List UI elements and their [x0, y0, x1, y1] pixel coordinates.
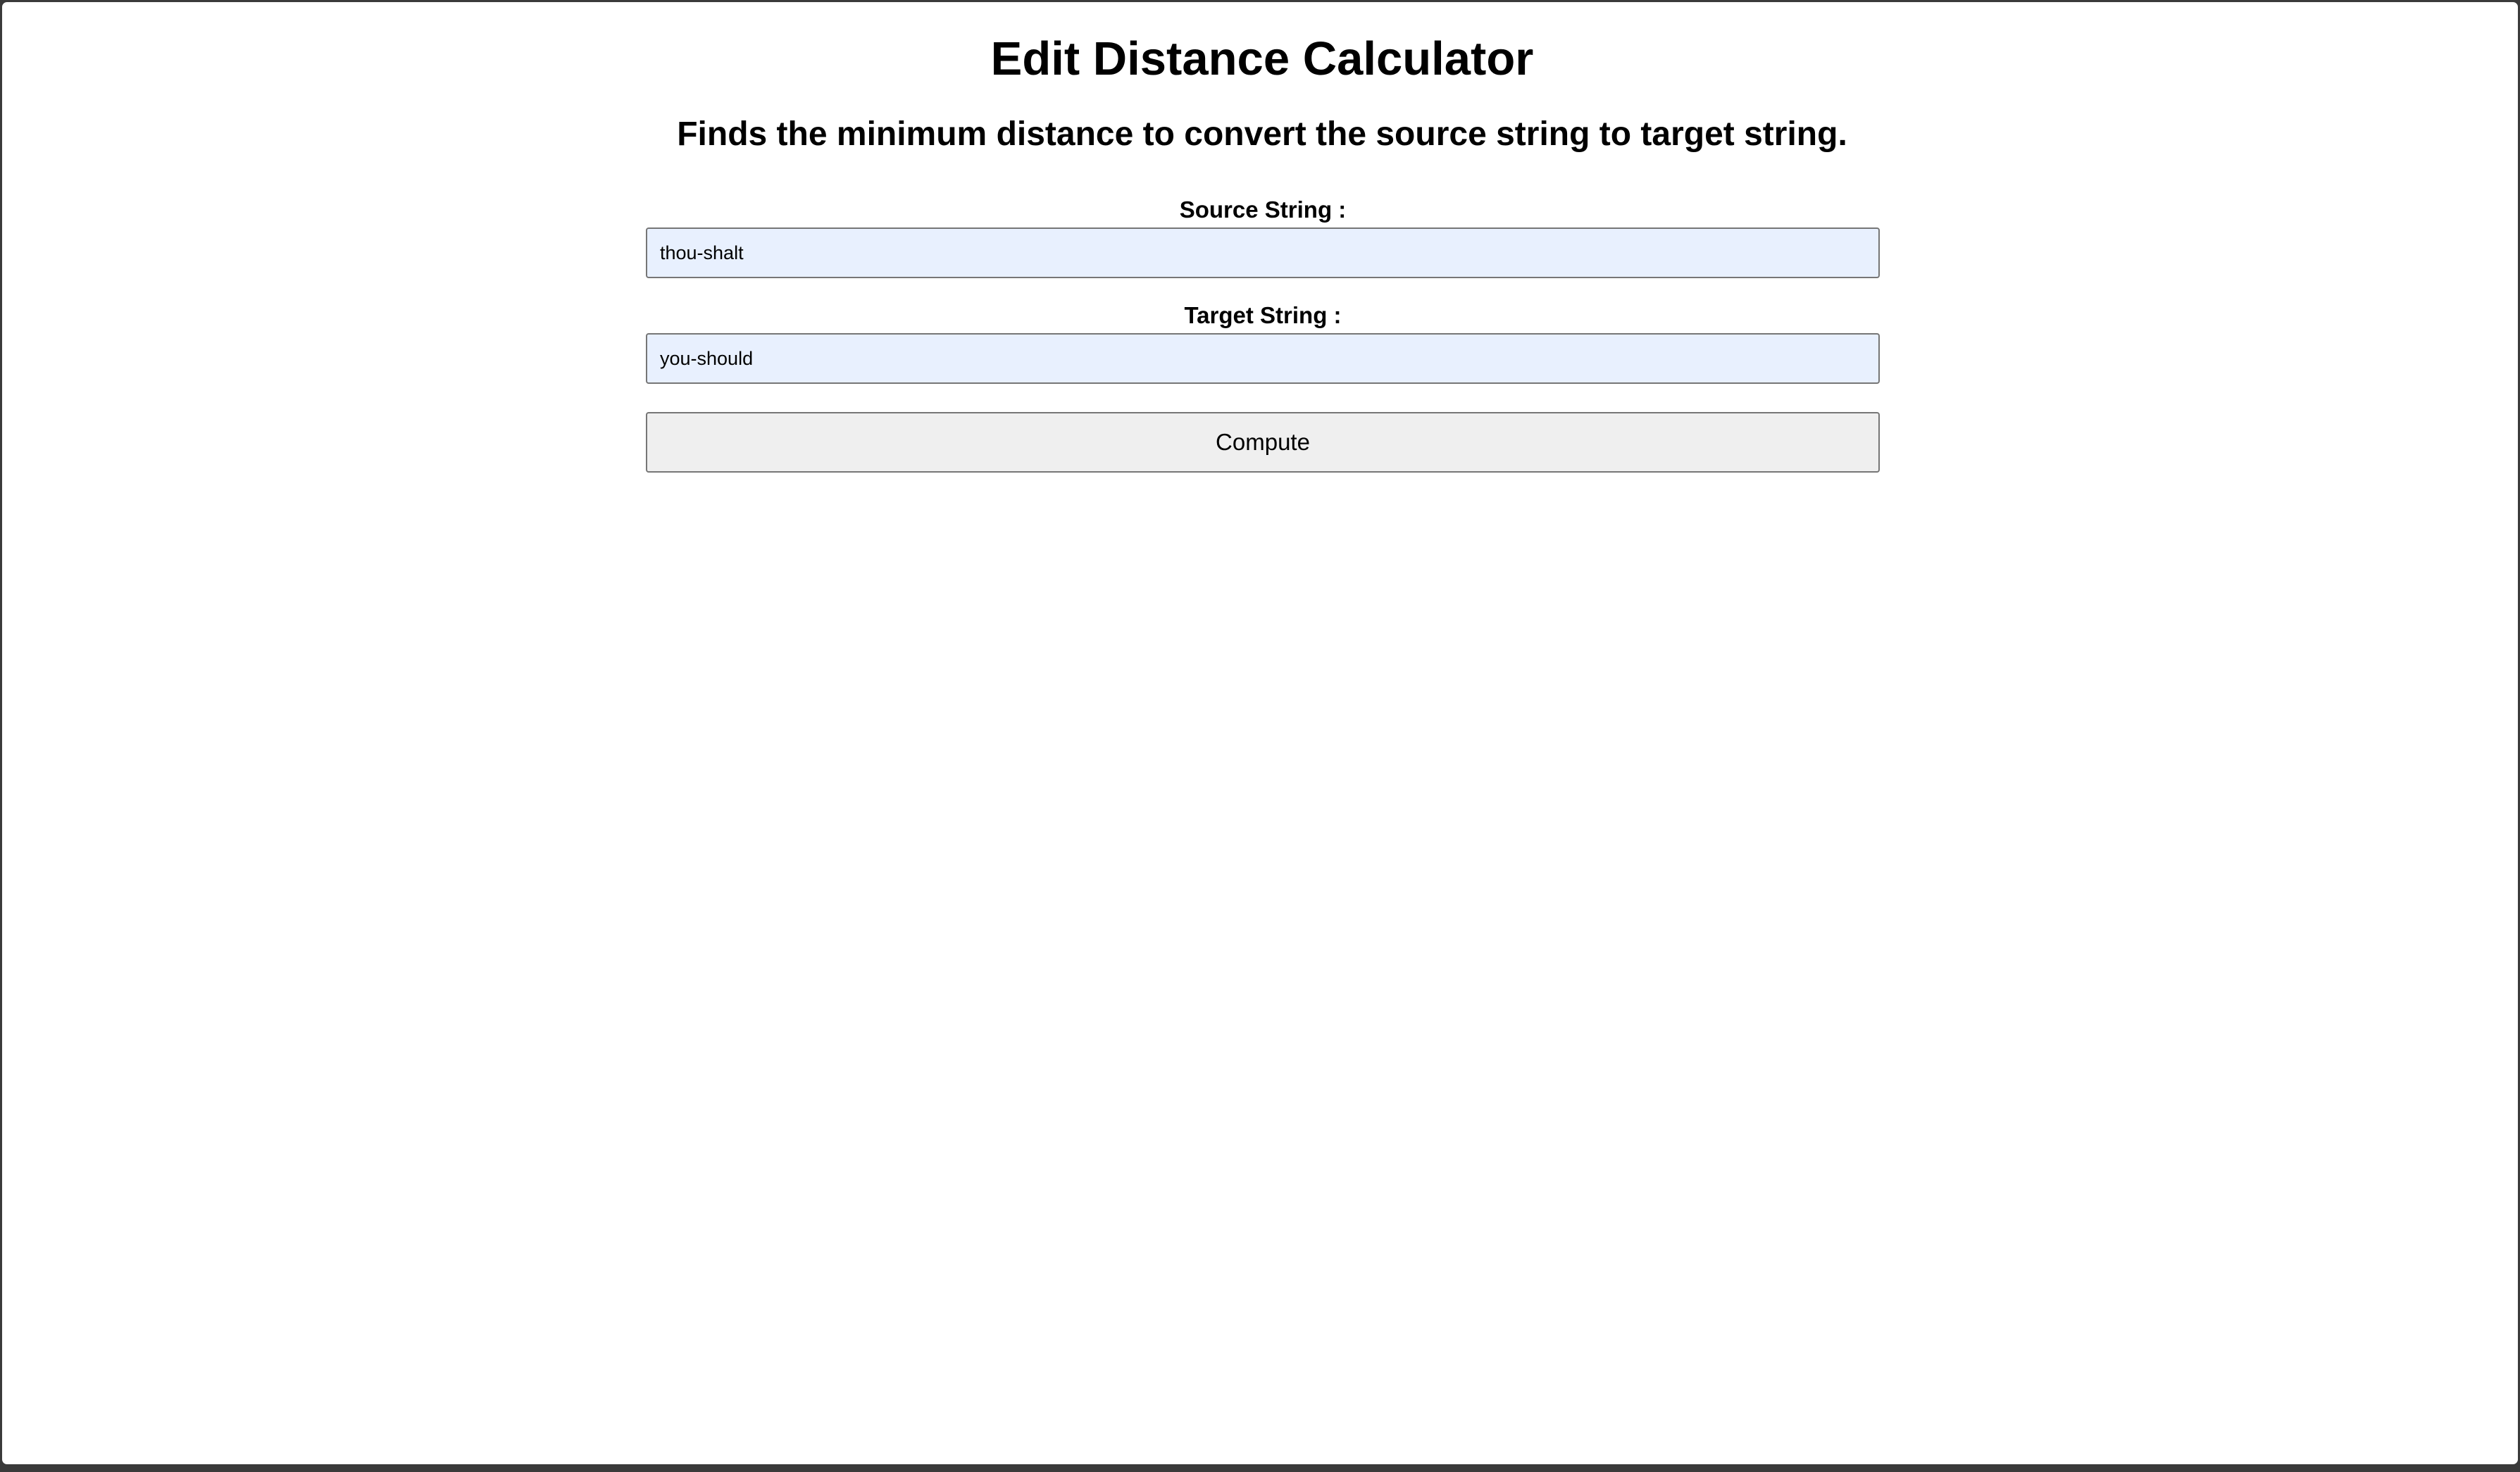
page-subtitle: Finds the minimum distance to convert th…	[677, 116, 1847, 153]
source-string-input[interactable]	[646, 227, 1880, 278]
target-string-input[interactable]	[646, 333, 1880, 384]
source-string-label: Source String :	[1179, 197, 1347, 223]
compute-button[interactable]: Compute	[646, 412, 1880, 473]
app-window: Edit Distance Calculator Finds the minim…	[0, 0, 2520, 1466]
page-title: Edit Distance Calculator	[990, 32, 1534, 85]
edit-distance-form: Source String : Target String : Compute	[646, 192, 1880, 473]
target-string-label: Target String :	[1184, 302, 1342, 328]
